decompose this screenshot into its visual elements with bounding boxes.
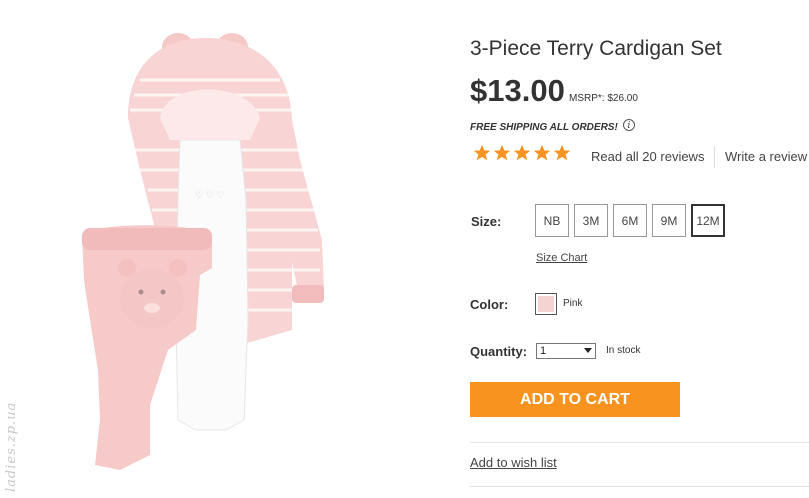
product-image: ♡ ♡ ♡	[82, 33, 324, 470]
color-name: Pink	[563, 298, 583, 309]
stock-status: In stock	[606, 345, 641, 356]
dropdown-arrow-icon	[584, 348, 592, 353]
pants-waistband	[82, 228, 212, 250]
size-option-nb[interactable]: NB	[535, 204, 569, 237]
info-icon[interactable]: i	[623, 119, 635, 131]
size-option-12m[interactable]: 12M	[691, 204, 725, 237]
star-rating	[473, 144, 571, 162]
color-swatch-pink[interactable]	[535, 293, 557, 315]
size-option-9m[interactable]: 9M	[652, 204, 686, 237]
size-label: Size:	[471, 214, 502, 229]
size-chart-link[interactable]: Size Chart	[536, 252, 587, 264]
write-review-link[interactable]: Write a review	[725, 149, 807, 164]
bodysuit-print: ♡ ♡ ♡	[195, 190, 224, 200]
color-label: Color:	[470, 297, 509, 312]
image-watermark: ladies.zp.ua	[4, 401, 19, 492]
star-icon	[493, 144, 511, 161]
size-options: NB 3M 6M 9M 12M	[535, 204, 725, 237]
star-icon	[533, 144, 551, 161]
star-icon	[473, 144, 491, 161]
product-price: $13.00	[470, 73, 565, 108]
msrp-price: MSRP*: $26.00	[569, 93, 638, 104]
add-to-cart-button[interactable]: ADD TO CART	[470, 382, 680, 417]
size-option-6m[interactable]: 6M	[613, 204, 647, 237]
cardigan-cuff-right	[292, 285, 324, 303]
quantity-label: Quantity:	[470, 344, 528, 359]
read-reviews-link[interactable]: Read all 20 reviews	[591, 149, 704, 164]
size-option-3m[interactable]: 3M	[574, 204, 608, 237]
quantity-select[interactable]: 1	[536, 343, 596, 359]
swatch-fill	[538, 296, 554, 312]
reviews-divider	[714, 146, 715, 168]
star-icon	[553, 144, 571, 161]
star-icon	[513, 144, 531, 161]
divider	[470, 442, 809, 443]
quantity-value: 1	[540, 345, 547, 357]
add-to-wishlist-link[interactable]: Add to wish list	[470, 455, 557, 470]
divider	[470, 486, 809, 487]
free-shipping-notice: FREE SHIPPING ALL ORDERS!	[470, 122, 618, 133]
product-title: 3-Piece Terry Cardigan Set	[470, 37, 722, 60]
